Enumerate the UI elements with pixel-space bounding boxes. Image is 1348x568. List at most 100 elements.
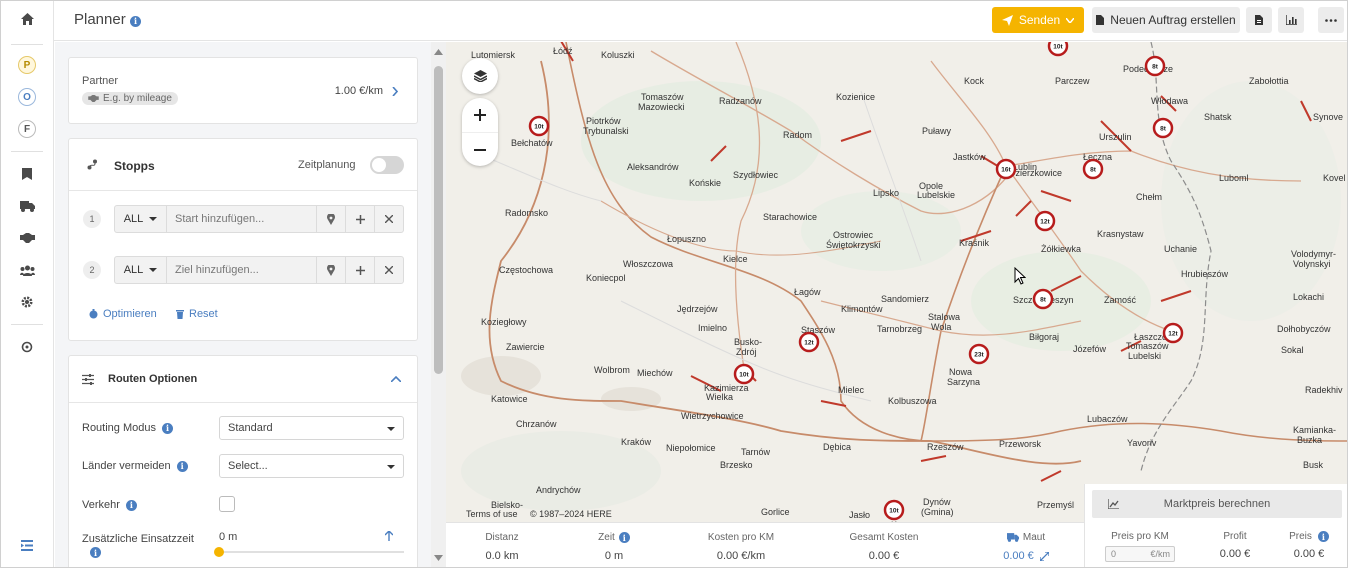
time-summary: Zeit i 0 m — [574, 523, 654, 562]
optimize-button[interactable]: Optimieren — [89, 308, 157, 320]
collapse-menu-icon[interactable] — [1, 533, 53, 557]
weight-restriction-sign[interactable]: 10t — [883, 499, 905, 521]
map-city-label: Tarnów — [741, 447, 771, 457]
new-order-button[interactable]: Neuen Auftrag erstellen — [1092, 7, 1240, 33]
weight-restriction-sign[interactable]: 16t — [995, 158, 1017, 180]
top-header: Planner i Senden Neuen Auftrag erstellen — [54, 1, 1347, 41]
rail-item-orders[interactable]: O — [1, 85, 53, 109]
info-icon[interactable]: i — [1317, 531, 1329, 542]
map-city-label: Świętokrzyski — [826, 239, 881, 250]
add-stop-button[interactable] — [345, 257, 374, 283]
map-city-label: Kraków — [621, 437, 652, 447]
remove-stop-button[interactable] — [374, 257, 403, 283]
caret-down-icon — [149, 268, 158, 272]
reset-button[interactable]: Reset — [176, 308, 218, 320]
route-icon — [87, 159, 97, 170]
slider-handle[interactable] — [214, 547, 224, 557]
map-city-label: Radekhiv — [1305, 385, 1343, 395]
map-pin-button[interactable] — [316, 257, 345, 283]
arrow-up-icon[interactable] — [385, 531, 393, 541]
chart-button[interactable] — [1278, 7, 1304, 33]
support-icon[interactable] — [1, 335, 53, 359]
weight-restriction-sign[interactable]: 8t — [1144, 55, 1166, 77]
zoom-in-button[interactable] — [462, 98, 498, 132]
zoom-out-button[interactable] — [462, 132, 498, 166]
gear-icon[interactable] — [1, 290, 53, 314]
start-input[interactable]: Start hinzufügen... — [167, 213, 316, 225]
info-icon[interactable]: i — [125, 499, 137, 511]
add-stop-button[interactable] — [345, 206, 374, 232]
terms-of-use-link[interactable]: Terms of use — [466, 509, 518, 519]
toll-summary: Maut 0.00 € — [986, 523, 1066, 562]
send-button[interactable]: Senden — [992, 7, 1084, 33]
weight-restriction-sign[interactable]: 8t — [1082, 158, 1104, 180]
partner-price: 1.00 €/km — [334, 85, 383, 97]
cost-per-km-summary: Kosten pro KM 0.00 €/km — [707, 532, 775, 562]
weight-restriction-sign[interactable]: 12t — [1034, 210, 1056, 232]
stop-mode-select[interactable]: ALL — [115, 206, 167, 232]
handshake-icon[interactable] — [1, 226, 53, 250]
expand-icon[interactable] — [1039, 551, 1049, 561]
map-city-label: Bełchatów — [511, 138, 553, 148]
info-icon[interactable]: i — [618, 532, 630, 543]
map-city-label: Kock — [964, 76, 985, 86]
weight-restriction-sign[interactable]: 8t — [1152, 117, 1174, 139]
file-icon — [1255, 15, 1263, 25]
info-icon[interactable]: i — [130, 13, 141, 27]
more-options-button[interactable] — [1318, 7, 1344, 33]
map-city-label: Lublin — [1013, 162, 1037, 172]
map-city-label: Jędrzejów — [677, 304, 718, 314]
partner-card[interactable]: Partner E.g. by mileage 1.00 €/km — [68, 57, 418, 124]
calculate-market-price-button[interactable]: Marktpreis berechnen — [1092, 490, 1342, 518]
map-city-label: Tarnobrzeg — [877, 324, 922, 334]
info-icon[interactable]: i — [162, 422, 173, 434]
map-city-label: Shatsk — [1204, 112, 1232, 122]
map-city-label: Rzeszów — [927, 442, 964, 452]
users-icon[interactable] — [1, 258, 53, 282]
map-legal: Terms of use © 1987–2024 HERE — [466, 509, 612, 519]
home-icon[interactable] — [1, 7, 53, 31]
map-city-label: Trybunalski — [583, 126, 629, 136]
map-city-label: Aleksandrów — [627, 162, 679, 172]
weight-restriction-sign[interactable]: 12t — [798, 331, 820, 353]
map-city-label: Koziegłowy — [481, 317, 527, 327]
stop-mode-select[interactable]: ALL — [115, 257, 167, 283]
destination-input[interactable]: Ziel hinzufügen... — [167, 264, 316, 276]
zeitplanung-toggle[interactable] — [370, 156, 404, 174]
weight-restriction-sign[interactable]: 12t — [1162, 322, 1184, 344]
info-icon[interactable]: i — [90, 547, 101, 558]
weight-restriction-sign[interactable]: 10t — [528, 115, 550, 137]
map-city-label: Starachowice — [763, 212, 817, 222]
rail-item-fleet[interactable]: F — [1, 117, 53, 141]
map-city-label: Częstochowa — [499, 265, 553, 275]
chevron-up-icon[interactable] — [391, 376, 401, 382]
weight-restriction-sign[interactable]: 10t — [1047, 42, 1069, 57]
route-map[interactable]: Lutomiersk Łódź Koluszki Bełchatów Piotrków T… — [446, 42, 1347, 522]
weight-restriction-sign[interactable]: 10t — [733, 363, 755, 385]
remove-stop-button[interactable] — [374, 206, 403, 232]
map-pin-button[interactable] — [316, 206, 345, 232]
total-cost-summary: Gesamt Kosten 0.00 € — [849, 532, 919, 562]
weight-restriction-sign[interactable]: 8t — [1032, 288, 1054, 310]
info-icon[interactable]: i — [176, 460, 188, 472]
map-layers-button[interactable] — [462, 58, 498, 94]
routing-mode-select[interactable]: Standard — [219, 416, 404, 440]
scrollbar-thumb[interactable] — [434, 66, 443, 374]
map-city-label: Stalowa — [928, 312, 960, 322]
map-city-label: Dębica — [823, 442, 851, 452]
export-document-button[interactable] — [1246, 7, 1272, 33]
price-per-km-input[interactable]: 0 €/km — [1105, 546, 1175, 562]
page-title: Planner — [74, 11, 126, 28]
rail-item-planner[interactable]: P — [1, 53, 53, 77]
chevron-right-icon[interactable] — [392, 87, 398, 96]
map-city-label: Brzesko — [720, 460, 753, 470]
weight-restriction-sign[interactable]: 23t — [968, 343, 990, 365]
partner-label: Partner — [82, 75, 119, 87]
traffic-checkbox[interactable] — [219, 496, 235, 512]
map-city-label: Lubelskie — [917, 190, 955, 200]
panel-scrollbar[interactable] — [431, 42, 446, 567]
avoid-countries-select[interactable]: Select... — [219, 454, 404, 478]
bookmark-icon[interactable] — [1, 162, 53, 186]
truck-icon[interactable] — [1, 194, 53, 218]
extra-time-slider[interactable] — [219, 551, 404, 553]
